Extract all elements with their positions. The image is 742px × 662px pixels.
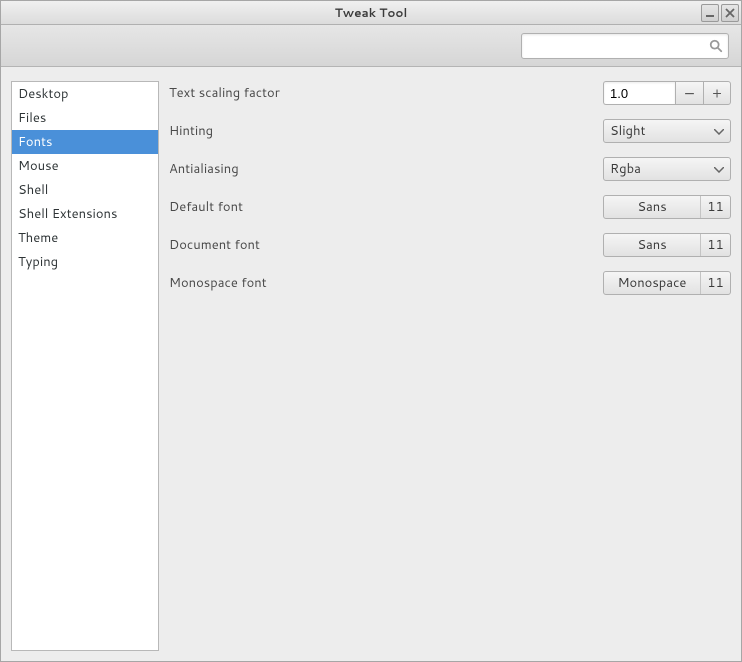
hinting-value: Slight: [610, 122, 646, 140]
row-text-scaling: Text scaling factor − +: [169, 81, 731, 105]
sidebar-item-files[interactable]: Files: [12, 106, 158, 130]
sidebar-item-desktop[interactable]: Desktop: [12, 82, 158, 106]
sidebar-item-mouse[interactable]: Mouse: [12, 154, 158, 178]
sidebar-item-label: Typing: [18, 253, 58, 271]
label-hinting: Hinting: [169, 122, 213, 140]
default-font-button[interactable]: Sans 11: [603, 195, 731, 219]
titlebar: Tweak Tool: [1, 1, 741, 25]
app-window: Tweak Tool Desktop Files Fonts Mouse She…: [0, 0, 742, 662]
sidebar-item-shell[interactable]: Shell: [12, 178, 158, 202]
sidebar-item-label: Files: [18, 109, 46, 127]
label-text-scaling: Text scaling factor: [169, 84, 280, 102]
sidebar-item-theme[interactable]: Theme: [12, 226, 158, 250]
row-document-font: Document font Sans 11: [169, 233, 731, 257]
settings-panel: Text scaling factor − + Hinting Slight: [169, 81, 731, 651]
minimize-icon: [705, 8, 715, 18]
search-icon: [709, 39, 723, 53]
toolbar: [1, 25, 741, 67]
search-field-wrap: [521, 33, 729, 59]
monospace-font-button[interactable]: Monospace 11: [603, 271, 731, 295]
text-scaling-input[interactable]: [603, 81, 675, 105]
text-scaling-decrement[interactable]: −: [675, 81, 703, 105]
text-scaling-spinner: − +: [603, 81, 731, 105]
sidebar-item-fonts[interactable]: Fonts: [12, 130, 158, 154]
close-icon: [725, 8, 735, 18]
document-font-name: Sans: [604, 236, 700, 254]
row-default-font: Default font Sans 11: [169, 195, 731, 219]
text-scaling-increment[interactable]: +: [703, 81, 731, 105]
label-antialiasing: Antialiasing: [169, 160, 239, 178]
sidebar-item-label: Theme: [18, 229, 58, 247]
sidebar-item-label: Desktop: [18, 85, 69, 103]
search-input[interactable]: [521, 33, 729, 59]
monospace-font-size: 11: [700, 272, 730, 294]
label-default-font: Default font: [169, 198, 243, 216]
hinting-combobox[interactable]: Slight: [603, 119, 731, 143]
minimize-button[interactable]: [701, 4, 719, 22]
sidebar-item-typing[interactable]: Typing: [12, 250, 158, 274]
plus-icon: +: [712, 83, 722, 103]
chevron-down-icon: [714, 160, 724, 178]
sidebar-item-shell-extensions[interactable]: Shell Extensions: [12, 202, 158, 226]
document-font-button[interactable]: Sans 11: [603, 233, 731, 257]
default-font-name: Sans: [604, 198, 700, 216]
antialiasing-combobox[interactable]: Rgba: [603, 157, 731, 181]
chevron-down-icon: [714, 122, 724, 140]
label-document-font: Document font: [169, 236, 260, 254]
sidebar-item-label: Shell: [18, 181, 48, 199]
main-body: Desktop Files Fonts Mouse Shell Shell Ex…: [1, 67, 741, 661]
default-font-size: 11: [700, 196, 730, 218]
row-antialiasing: Antialiasing Rgba: [169, 157, 731, 181]
monospace-font-name: Monospace: [604, 274, 700, 292]
minus-icon: −: [684, 83, 696, 103]
window-controls: [699, 4, 741, 22]
antialiasing-value: Rgba: [610, 160, 641, 178]
sidebar-item-label: Mouse: [18, 157, 59, 175]
sidebar-item-label: Fonts: [18, 133, 52, 151]
window-title: Tweak Tool: [1, 4, 741, 21]
row-monospace-font: Monospace font Monospace 11: [169, 271, 731, 295]
category-sidebar: Desktop Files Fonts Mouse Shell Shell Ex…: [11, 81, 159, 651]
label-monospace-font: Monospace font: [169, 274, 267, 292]
close-button[interactable]: [721, 4, 739, 22]
document-font-size: 11: [700, 234, 730, 256]
sidebar-item-label: Shell Extensions: [18, 205, 117, 223]
row-hinting: Hinting Slight: [169, 119, 731, 143]
